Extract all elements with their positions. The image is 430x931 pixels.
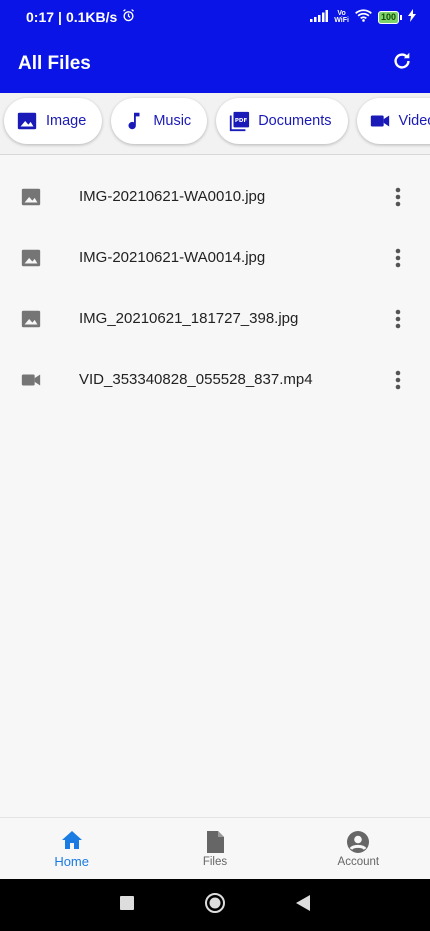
page-title: All Files [18, 52, 91, 74]
more-vert-icon[interactable] [386, 185, 410, 209]
category-bar: Image Music PDF Documents Videos [0, 93, 430, 155]
file-name: VID_353340828_055528_837.mp4 [79, 371, 313, 388]
bottom-nav: Home Files Account [0, 817, 430, 879]
wifi-icon [355, 9, 372, 25]
image-icon [20, 308, 42, 330]
list-item[interactable]: VID_353340828_055528_837.mp4 [0, 349, 430, 410]
list-item[interactable]: IMG_20210621_181727_398.jpg [0, 288, 430, 349]
chip-label: Music [153, 113, 192, 129]
nav-label: Home [54, 854, 89, 869]
chip-image[interactable]: Image [4, 98, 103, 144]
file-name: IMG-20210621-WA0010.jpg [79, 188, 266, 205]
status-speed: 0.1KB/s [65, 9, 118, 25]
square-icon [120, 895, 134, 915]
refresh-button[interactable] [390, 52, 414, 76]
status-bar: 0:17 | 0.1KB/s Vo WiFi 100 [0, 0, 430, 34]
list-item[interactable]: IMG-20210621-WA0010.jpg [0, 166, 430, 227]
app-bar: All Files [0, 34, 430, 93]
image-icon [16, 110, 38, 132]
pdf-icon: PDF [228, 110, 250, 132]
nav-label: Account [337, 855, 380, 868]
status-time: 0:17 [26, 9, 55, 25]
vowifi-indicator: Vo WiFi [334, 10, 349, 24]
home-icon [60, 828, 84, 852]
videocam-icon [20, 369, 42, 391]
videocam-icon [369, 110, 391, 132]
image-icon [20, 186, 42, 208]
music-note-icon [123, 110, 145, 132]
nav-account[interactable]: Account [287, 818, 430, 879]
signal-icon [310, 9, 329, 25]
chip-videos[interactable]: Videos [356, 98, 430, 144]
svg-text:PDF: PDF [235, 118, 248, 124]
status-right: Vo WiFi 100 [310, 9, 416, 25]
nav-home[interactable]: Home [0, 818, 143, 879]
list-item[interactable]: IMG-20210621-WA0014.jpg [0, 227, 430, 288]
back-button[interactable] [291, 893, 315, 917]
chip-label: Documents [258, 113, 332, 129]
alarm-icon [121, 8, 136, 26]
recents-button[interactable] [115, 893, 139, 917]
image-icon [20, 247, 42, 269]
file-name: IMG-20210621-WA0014.jpg [79, 249, 266, 266]
more-vert-icon[interactable] [386, 307, 410, 331]
status-left: 0:17 | 0.1KB/s [26, 8, 136, 26]
file-list: IMG-20210621-WA0010.jpg IMG-20210621-WA0… [0, 166, 430, 410]
chip-label: Videos [398, 113, 430, 129]
file-icon [203, 830, 227, 854]
nav-label: Files [202, 855, 228, 868]
chip-documents[interactable]: PDF Documents [216, 98, 348, 144]
circle-icon [204, 892, 226, 919]
triangle-back-icon [296, 894, 310, 916]
system-nav-bar [0, 879, 430, 931]
refresh-icon [391, 50, 413, 77]
account-circle-icon [346, 830, 370, 854]
charging-icon [408, 9, 416, 25]
category-chips: Image Music PDF Documents Videos [4, 98, 430, 144]
more-vert-icon[interactable] [386, 368, 410, 392]
chip-music[interactable]: Music [111, 98, 208, 144]
more-vert-icon[interactable] [386, 246, 410, 270]
chip-label: Image [46, 113, 87, 129]
file-name: IMG_20210621_181727_398.jpg [79, 310, 299, 327]
battery-icon: 100 [377, 10, 402, 24]
nav-files[interactable]: Files [143, 818, 286, 879]
home-button[interactable] [203, 892, 227, 919]
